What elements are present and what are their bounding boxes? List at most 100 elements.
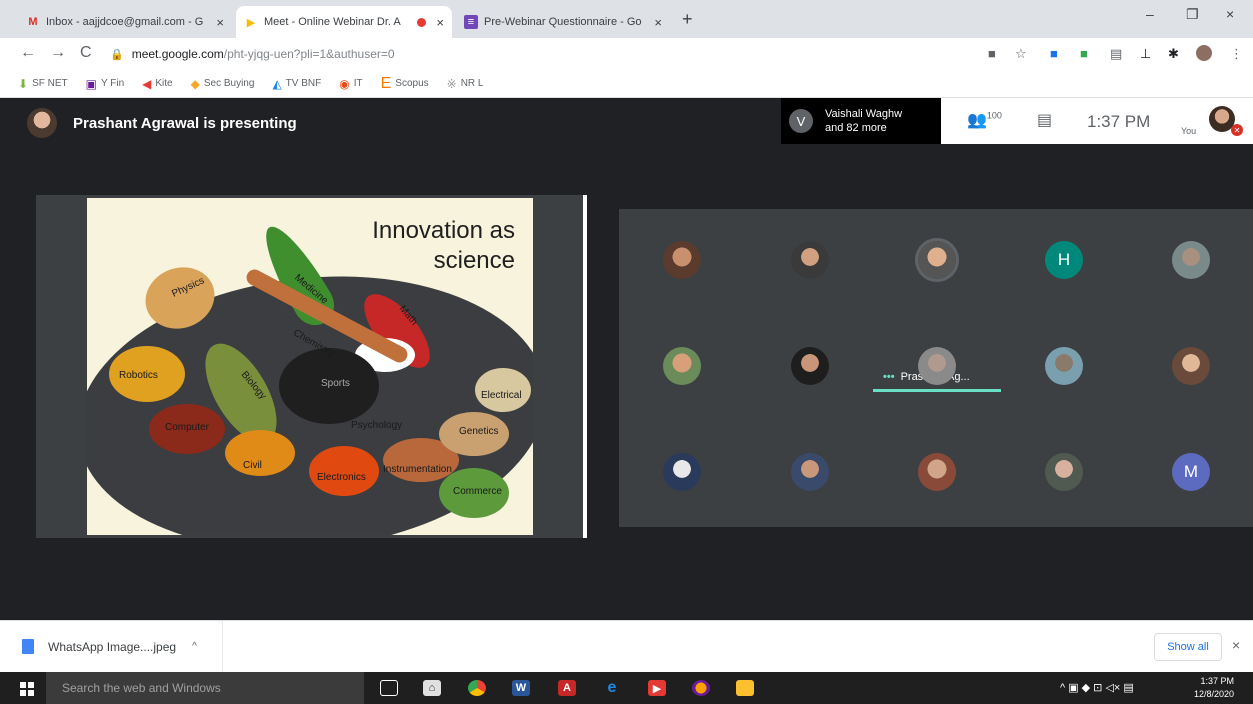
firefox-icon[interactable]	[692, 680, 710, 696]
forward-button[interactable]: →	[50, 44, 66, 62]
reload-button[interactable]: C	[80, 44, 92, 62]
participant-grid: H ••• Prashant Ag... M	[619, 209, 1253, 527]
slide-label-robotics: Robotics	[119, 370, 158, 381]
participant-avatar[interactable]	[663, 241, 701, 279]
bookmark-y-fin[interactable]: ▣ Y Fin	[86, 77, 125, 91]
tab-title: Pre-Webinar Questionnaire - Go	[484, 16, 642, 28]
extensions-puzzle-icon[interactable]: ✱	[1168, 46, 1179, 62]
participant-avatar[interactable]	[791, 453, 829, 491]
chrome-icon[interactable]	[468, 680, 486, 696]
participant-avatar[interactable]	[918, 453, 956, 491]
extension-icon[interactable]: ▤	[1110, 46, 1122, 62]
slide-label-sports: Sports	[321, 378, 350, 389]
participant-avatar[interactable]	[663, 347, 701, 385]
participant-avatar[interactable]	[663, 453, 701, 491]
participant-avatar-speaker[interactable]	[918, 241, 956, 279]
close-download-shelf-button[interactable]: ×	[1232, 637, 1240, 653]
people-summary[interactable]: V Vaishali Waghw and 82 more	[781, 98, 951, 144]
presenter-avatar	[27, 108, 57, 138]
maximize-button[interactable]: ❐	[1186, 6, 1199, 23]
media-icon[interactable]: ▶	[648, 680, 666, 696]
tab-title: Meet - Online Webinar Dr. A	[264, 16, 401, 28]
close-window-button[interactable]: ×	[1226, 6, 1234, 22]
tab-meet[interactable]: ▶ Meet - Online Webinar Dr. A ×	[236, 6, 452, 38]
bookmark-tv-bnf[interactable]: ◭ TV BNF	[272, 77, 321, 91]
bookmark-label: Kite	[155, 78, 173, 89]
participant-avatar[interactable]	[791, 241, 829, 279]
presentation-frame: Innovation as science Physics Medicine M…	[36, 195, 587, 538]
participants-button[interactable]: 👥100	[967, 110, 1002, 130]
new-tab-button[interactable]: +	[682, 9, 693, 30]
clock-date: 12/8/2020	[1194, 689, 1235, 699]
windows-taskbar: Search the web and Windows ⌂ W A e ▶ ^ ▣…	[0, 672, 1253, 704]
recording-indicator-icon	[417, 17, 427, 27]
meet-icon: ▶	[246, 16, 256, 29]
chevron-up-icon[interactable]: ^	[192, 641, 197, 652]
participant-avatar[interactable]	[1045, 453, 1083, 491]
chat-icon: ▤	[1037, 112, 1053, 129]
chat-button[interactable]: ▤	[1037, 110, 1052, 130]
download-item[interactable]: WhatsApp Image....jpeg ^	[22, 639, 197, 654]
participant-avatar[interactable]: H	[1045, 241, 1083, 279]
bookmark-it[interactable]: ◉ IT	[339, 77, 362, 91]
slide-label-civil: Civil	[243, 460, 262, 471]
minimize-button[interactable]: –	[1146, 6, 1154, 22]
taskbar-search-input[interactable]: Search the web and Windows	[46, 672, 364, 704]
pin-icon[interactable]: ⊥	[1140, 46, 1151, 62]
participant-avatar[interactable]	[1172, 241, 1210, 279]
slide-title: Innovation as science	[372, 216, 515, 276]
file-explorer-icon[interactable]	[736, 680, 754, 696]
slide-label-instrumentation: Instrumentation	[383, 464, 452, 475]
bookmark-sec-buying[interactable]: ◆ Sec Buying	[191, 77, 255, 91]
participant-avatar[interactable]	[1045, 347, 1083, 385]
camera-icon[interactable]: ■	[988, 46, 996, 61]
bookmark-kite[interactable]: ◀ Kite	[142, 77, 172, 91]
clock-time: 1:37 PM	[1200, 676, 1235, 686]
tab-gmail[interactable]: M Inbox - aajjdcoe@gmail.com - G ×	[18, 6, 232, 38]
bookmark-label: IT	[353, 78, 363, 89]
bookmark-icon: ◀	[142, 76, 152, 91]
extension-icon[interactable]: ■	[1080, 46, 1088, 61]
system-clock[interactable]: 1:37 PM 12/8/2020	[1194, 675, 1234, 701]
participant-avatar[interactable]	[791, 347, 829, 385]
bookmark-icon: ⬇	[18, 76, 29, 91]
bookmark-scopus[interactable]: E Scopus	[381, 75, 429, 93]
tab-questionnaire[interactable]: ≡ Pre-Webinar Questionnaire - Go ×	[456, 6, 670, 38]
browser-tab-strip: M Inbox - aajjdcoe@gmail.com - G × ▶ Mee…	[0, 0, 1253, 38]
acrobat-icon[interactable]: A	[558, 680, 576, 696]
show-all-button[interactable]: Show all	[1154, 633, 1222, 661]
forms-icon: ≡	[464, 15, 478, 29]
windows-start-icon[interactable]	[20, 682, 34, 696]
bookmark-label: Sec Buying	[203, 78, 255, 89]
word-icon[interactable]: W	[512, 680, 530, 696]
tab-title: Inbox - aajjdcoe@gmail.com - G	[46, 16, 204, 28]
bookmark-nr-l[interactable]: ※ NR L	[447, 77, 484, 91]
participant-avatar[interactable]	[1172, 347, 1210, 385]
people-icon: 👥	[967, 112, 987, 129]
back-button[interactable]: ←	[20, 44, 36, 62]
profile-avatar[interactable]	[1196, 45, 1212, 61]
store-icon[interactable]: ⌂	[423, 680, 441, 696]
tab-close-icon[interactable]: ×	[436, 15, 444, 30]
tab-close-icon[interactable]: ×	[654, 15, 662, 30]
mic-off-icon: ✕	[1231, 124, 1243, 136]
edge-icon[interactable]: e	[603, 679, 621, 696]
bookmark-icon: ◭	[272, 76, 282, 91]
presentation-slide: Innovation as science Physics Medicine M…	[87, 198, 533, 535]
participant-count: 100	[986, 110, 1002, 121]
slide-label-genetics: Genetics	[459, 426, 499, 437]
slide-title-line2: science	[433, 247, 515, 274]
bookmark-icon: E	[380, 74, 392, 92]
bookmark-sf-net[interactable]: ⬇ SF NET	[18, 77, 68, 91]
address-bar[interactable]: 🔒 meet.google.com /pht-yjqg-uen?pli=1&au…	[110, 42, 970, 66]
menu-icon[interactable]: ⋮	[1230, 46, 1243, 62]
extension-icon[interactable]: ■	[1050, 46, 1058, 61]
tab-close-icon[interactable]: ×	[216, 15, 224, 30]
participant-avatar[interactable]: M	[1172, 453, 1210, 491]
participant-avatar[interactable]	[918, 347, 956, 385]
system-tray-icons[interactable]: ^ ▣ ◆ ⊡ ◁× ▤	[1060, 681, 1134, 694]
gmail-icon: M	[28, 16, 38, 28]
self-label: You	[1181, 126, 1197, 136]
bookmark-star-icon[interactable]: ☆	[1015, 46, 1027, 62]
task-view-icon[interactable]	[380, 680, 398, 696]
